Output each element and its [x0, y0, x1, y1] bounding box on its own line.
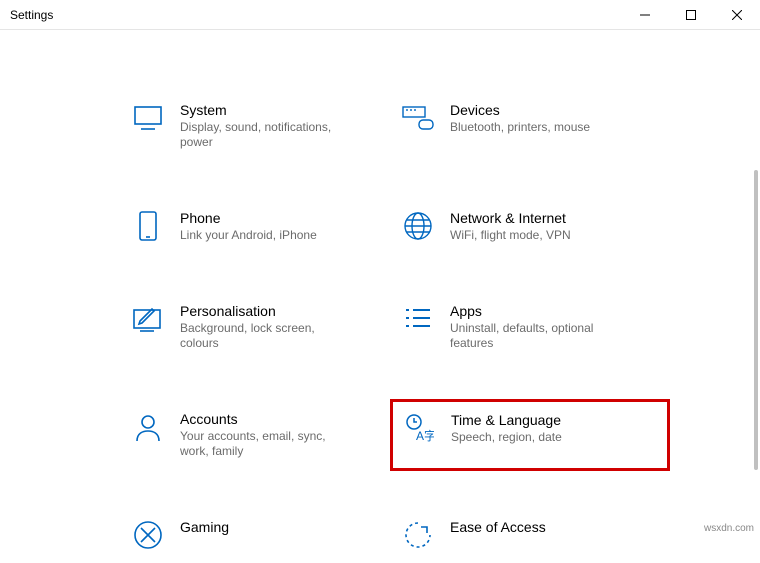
- category-phone[interactable]: Phone Link your Android, iPhone: [120, 198, 380, 255]
- phone-icon: [132, 210, 164, 242]
- settings-grid: System Display, sound, notifications, po…: [0, 30, 760, 563]
- globe-icon: [402, 210, 434, 242]
- titlebar: Settings: [0, 0, 760, 30]
- category-title: Apps: [450, 303, 620, 319]
- personalisation-icon: [132, 303, 164, 335]
- category-accounts[interactable]: Accounts Your accounts, email, sync, wor…: [120, 399, 380, 471]
- scrollbar[interactable]: [754, 170, 758, 470]
- apps-icon: [402, 303, 434, 335]
- close-button[interactable]: [714, 0, 760, 30]
- category-title: Personalisation: [180, 303, 350, 319]
- category-devices[interactable]: Devices Bluetooth, printers, mouse: [390, 90, 670, 162]
- category-system[interactable]: System Display, sound, notifications, po…: [120, 90, 380, 162]
- devices-icon: [402, 102, 434, 134]
- category-title: Accounts: [180, 411, 350, 427]
- accounts-icon: [132, 411, 164, 443]
- category-desc: WiFi, flight mode, VPN: [450, 228, 571, 243]
- category-title: Network & Internet: [450, 210, 571, 226]
- system-icon: [132, 102, 164, 134]
- category-title: Time & Language: [451, 412, 562, 428]
- time-language-icon: A字: [403, 412, 435, 444]
- category-title: System: [180, 102, 350, 118]
- minimize-button[interactable]: [622, 0, 668, 30]
- category-title: Ease of Access: [450, 519, 546, 535]
- category-personalisation[interactable]: Personalisation Background, lock screen,…: [120, 291, 380, 363]
- category-desc: Link your Android, iPhone: [180, 228, 317, 243]
- gaming-icon: [132, 519, 164, 551]
- category-title: Phone: [180, 210, 317, 226]
- category-desc: Your accounts, email, sync, work, family: [180, 429, 350, 459]
- category-ease-of-access[interactable]: Ease of Access: [390, 507, 670, 563]
- watermark: wsxdn.com: [704, 523, 754, 534]
- ease-of-access-icon: [402, 519, 434, 551]
- category-network[interactable]: Network & Internet WiFi, flight mode, VP…: [390, 198, 670, 255]
- category-title: Gaming: [180, 519, 229, 535]
- category-desc: Display, sound, notifications, power: [180, 120, 350, 150]
- category-desc: Bluetooth, printers, mouse: [450, 120, 590, 135]
- maximize-button[interactable]: [668, 0, 714, 30]
- category-gaming[interactable]: Gaming: [120, 507, 380, 563]
- category-time-language[interactable]: A字 Time & Language Speech, region, date: [390, 399, 670, 471]
- window-controls: [622, 0, 760, 30]
- category-desc: Speech, region, date: [451, 430, 562, 445]
- category-title: Devices: [450, 102, 590, 118]
- category-desc: Uninstall, defaults, optional features: [450, 321, 620, 351]
- category-desc: Background, lock screen, colours: [180, 321, 350, 351]
- category-apps[interactable]: Apps Uninstall, defaults, optional featu…: [390, 291, 670, 363]
- window-title: Settings: [10, 8, 53, 22]
- svg-text:A字: A字: [416, 428, 434, 443]
